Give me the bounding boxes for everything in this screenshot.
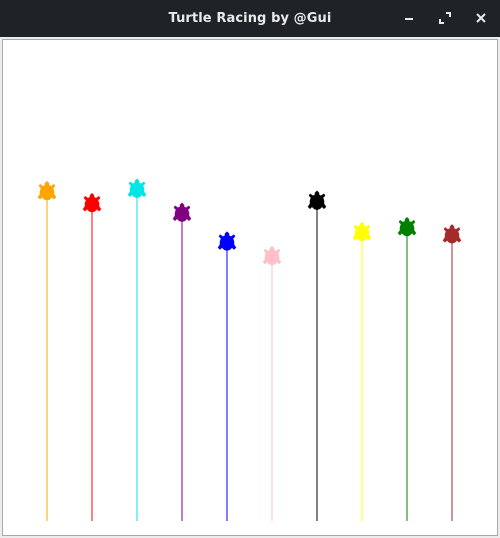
minimize-icon — [405, 18, 413, 20]
turtle-icon — [127, 178, 147, 199]
turtle-icon — [352, 221, 372, 242]
turtle-icon — [262, 245, 282, 266]
close-icon — [476, 13, 486, 23]
app-window: Turtle Racing by @Gui — [0, 0, 500, 538]
turtle-icon — [217, 231, 237, 251]
title-bar[interactable]: Turtle Racing by @Gui — [0, 0, 500, 37]
minimize-button[interactable] — [398, 8, 420, 28]
turtle-icon — [82, 192, 102, 213]
maximize-button[interactable] — [434, 8, 456, 28]
turtle-icon — [37, 180, 57, 201]
turtle-icon — [307, 190, 327, 211]
turtle-icon — [172, 202, 192, 223]
maximize-icon — [439, 12, 451, 24]
turtle-canvas[interactable] — [2, 39, 498, 536]
turtle-icon — [397, 216, 417, 237]
window-title: Turtle Racing by @Gui — [168, 11, 332, 26]
turtle-icon — [442, 224, 462, 244]
race-track — [37, 178, 462, 521]
close-button[interactable] — [470, 8, 492, 28]
